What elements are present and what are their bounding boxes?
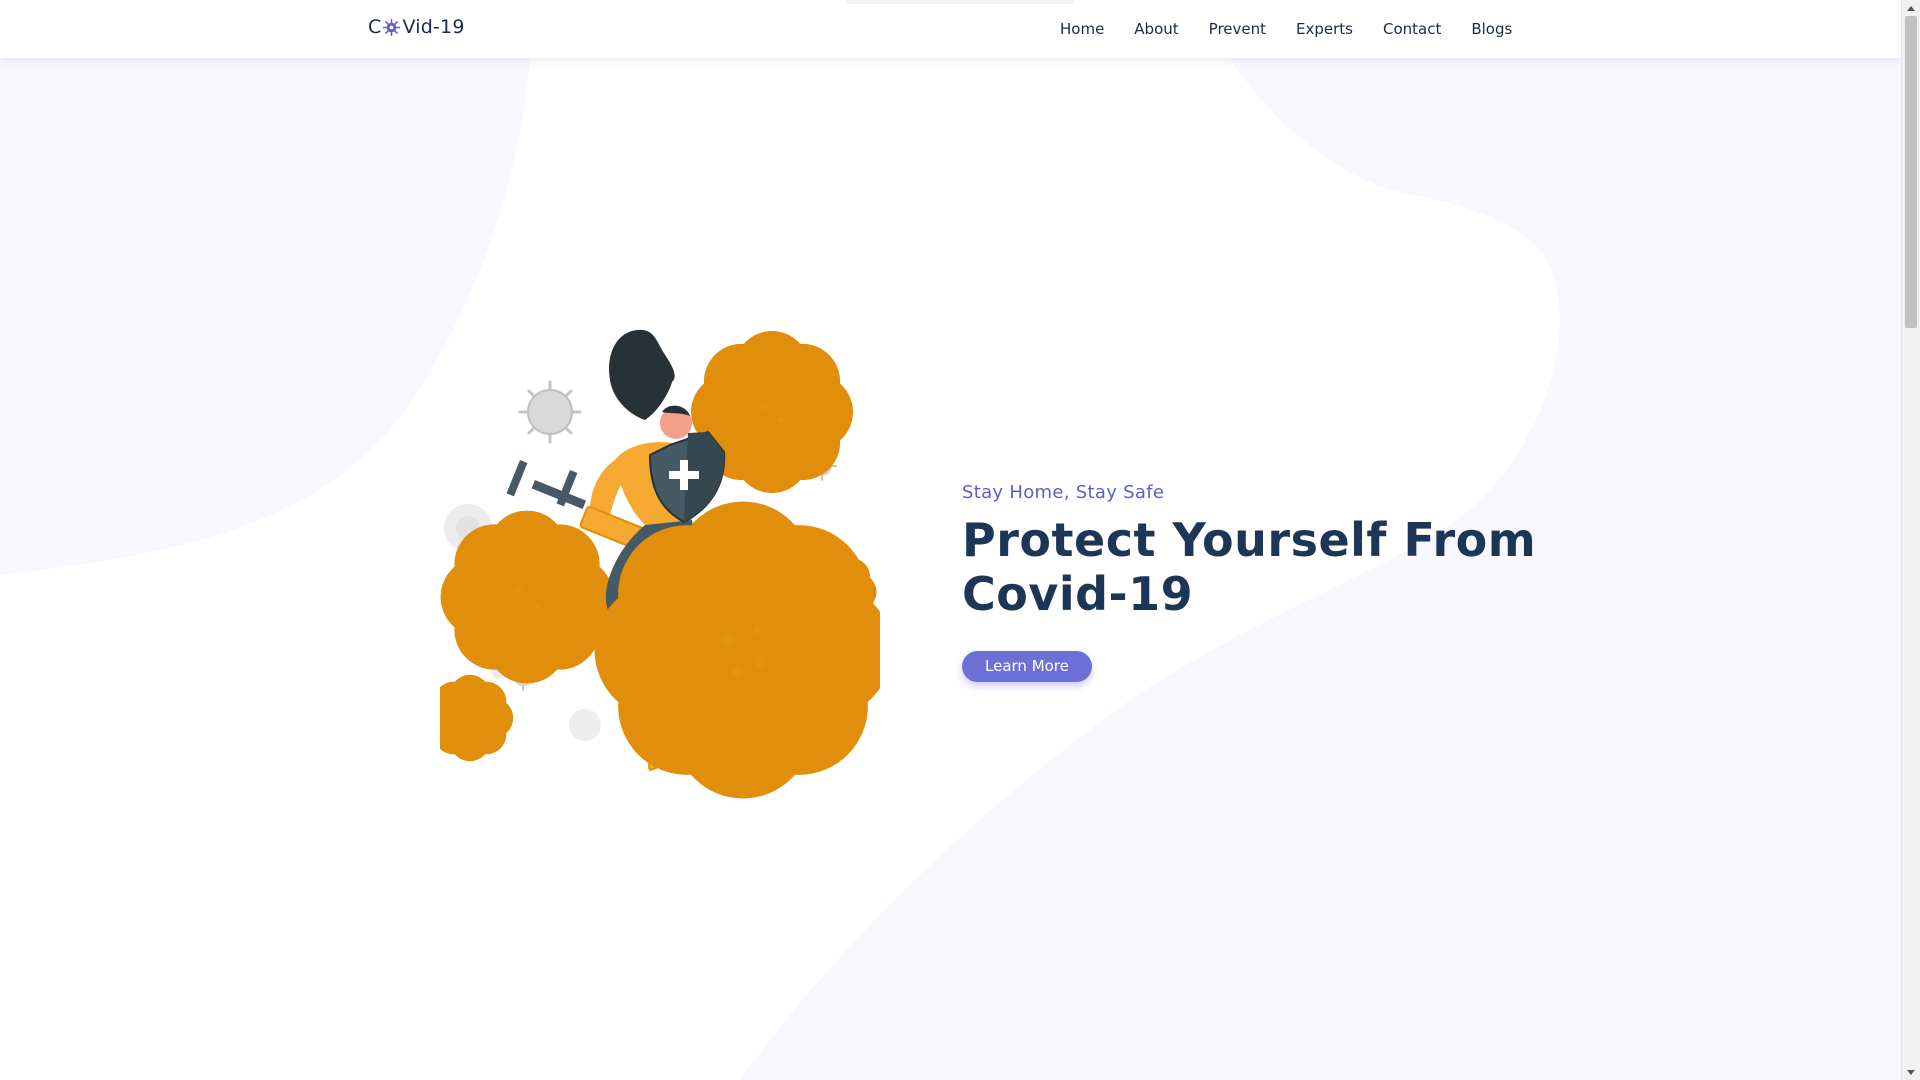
nav-link-prevent[interactable]: Prevent (1209, 20, 1266, 38)
scrollbar-thumb[interactable] (1905, 16, 1917, 328)
scroll-up-arrow-icon[interactable] (1902, 0, 1920, 16)
brand-logo[interactable]: C Vid-19 (368, 16, 465, 38)
bubble (569, 709, 601, 741)
nav-menu: Home About Prevent Experts Contact Blogs (1060, 20, 1512, 38)
orange-virus-icon (729, 369, 816, 456)
page-scrollbar[interactable] (1901, 0, 1920, 1080)
hero-title-line1: Protect Yourself From (962, 513, 1537, 567)
nav-link-contact[interactable]: Contact (1383, 20, 1441, 38)
virus-icon (383, 18, 401, 36)
nav-notch-decoration (845, 0, 1075, 4)
scroll-down-arrow-icon[interactable] (1902, 1064, 1920, 1080)
hero-illustration (440, 329, 880, 820)
brand-prefix: C (368, 16, 382, 38)
brand-suffix: Vid-19 (402, 16, 465, 38)
top-navbar: C Vid-19 Home About Prevent Experts Cont… (0, 0, 1902, 58)
large-orange-virus-icon (663, 570, 823, 730)
learn-more-button[interactable]: Learn More (962, 651, 1092, 682)
nav-link-about[interactable]: About (1134, 20, 1178, 38)
nav-link-home[interactable]: Home (1060, 20, 1104, 38)
orange-virus-icon (447, 695, 493, 741)
nav-link-blogs[interactable]: Blogs (1471, 20, 1512, 38)
nav-link-experts[interactable]: Experts (1296, 20, 1353, 38)
page: C Vid-19 Home About Prevent Experts Cont… (0, 0, 1920, 1080)
background-blobs (0, 58, 1902, 1080)
hero-title: Protect Yourself From Covid-19 (962, 513, 1582, 621)
hero-tagline: Stay Home, Stay Safe (962, 482, 1165, 503)
hero-title-line2: Covid-19 (962, 567, 1194, 621)
orange-virus-icon (481, 551, 574, 644)
hero-text-block: Stay Home, Stay Safe Protect Yourself Fr… (962, 482, 1582, 682)
grey-virus-icon (518, 380, 582, 444)
